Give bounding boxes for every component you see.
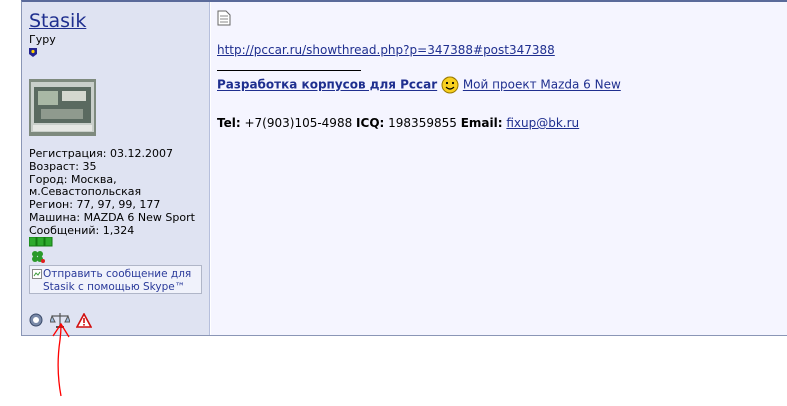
reputation-icon [29,237,53,247]
info-car: Машина: MAZDA 6 New Sport [29,210,195,224]
user-info: Регистрация: 03.12.2007 Возраст: 35 Горо… [29,147,195,238]
user-rank: Гуру [29,33,56,46]
email-link[interactable]: fixup@bk.ru [506,116,579,130]
signature-divider [217,70,361,71]
sig-link-corpus[interactable]: Разработка корпусов для Pccar [217,78,437,92]
info-age: Возраст: 35 [29,159,97,173]
skype-alt-text-1: Отправить сообщение для [43,268,192,280]
forum-post: Stasik Гуру Регистрация: 03.12.2007 Возр… [21,0,787,336]
icq-label: ICQ: [356,116,385,130]
user-pane: Stasik Гуру Регистрация: 03.12.2007 Возр… [22,2,210,335]
info-posts: Сообщений: 1,324 [29,223,135,237]
report-warning-icon[interactable] [75,311,93,328]
info-registration: Регистрация: 03.12.2007 [29,147,173,160]
post-content: http://pccar.ru/showthread.php?p=347388#… [211,2,787,335]
post-doc-icon [217,10,231,26]
skype-alt-text-2: Stasik с помощью Skype™ [43,281,186,293]
sig-link-project[interactable]: Мой проект Mazda 6 New [463,78,621,92]
post-url-link[interactable]: http://pccar.ru/showthread.php?p=347388#… [217,43,555,57]
broken-image-icon [32,269,42,279]
smiley-icon [441,76,459,94]
signature-links: Разработка корпусов для Pccar Мой проект… [217,76,621,94]
tel-label: Tel: [217,116,241,130]
contact-line: Tel: +7(903)105-4988 ICQ: 198359855 Emai… [217,116,579,130]
icq-value: 198359855 [388,116,457,130]
rank-pip-icon [29,48,37,57]
annotation-arrow [52,322,70,397]
username-link[interactable]: Stasik [29,10,209,32]
avatar [29,79,96,136]
skype-image[interactable]: Отправить сообщение для Stasik с помощью… [29,265,202,294]
tel-value: +7(903)105-4988 [244,116,353,130]
clover-icon [32,251,45,263]
email-label: Email: [460,116,503,130]
online-status-icon[interactable] [29,313,43,327]
